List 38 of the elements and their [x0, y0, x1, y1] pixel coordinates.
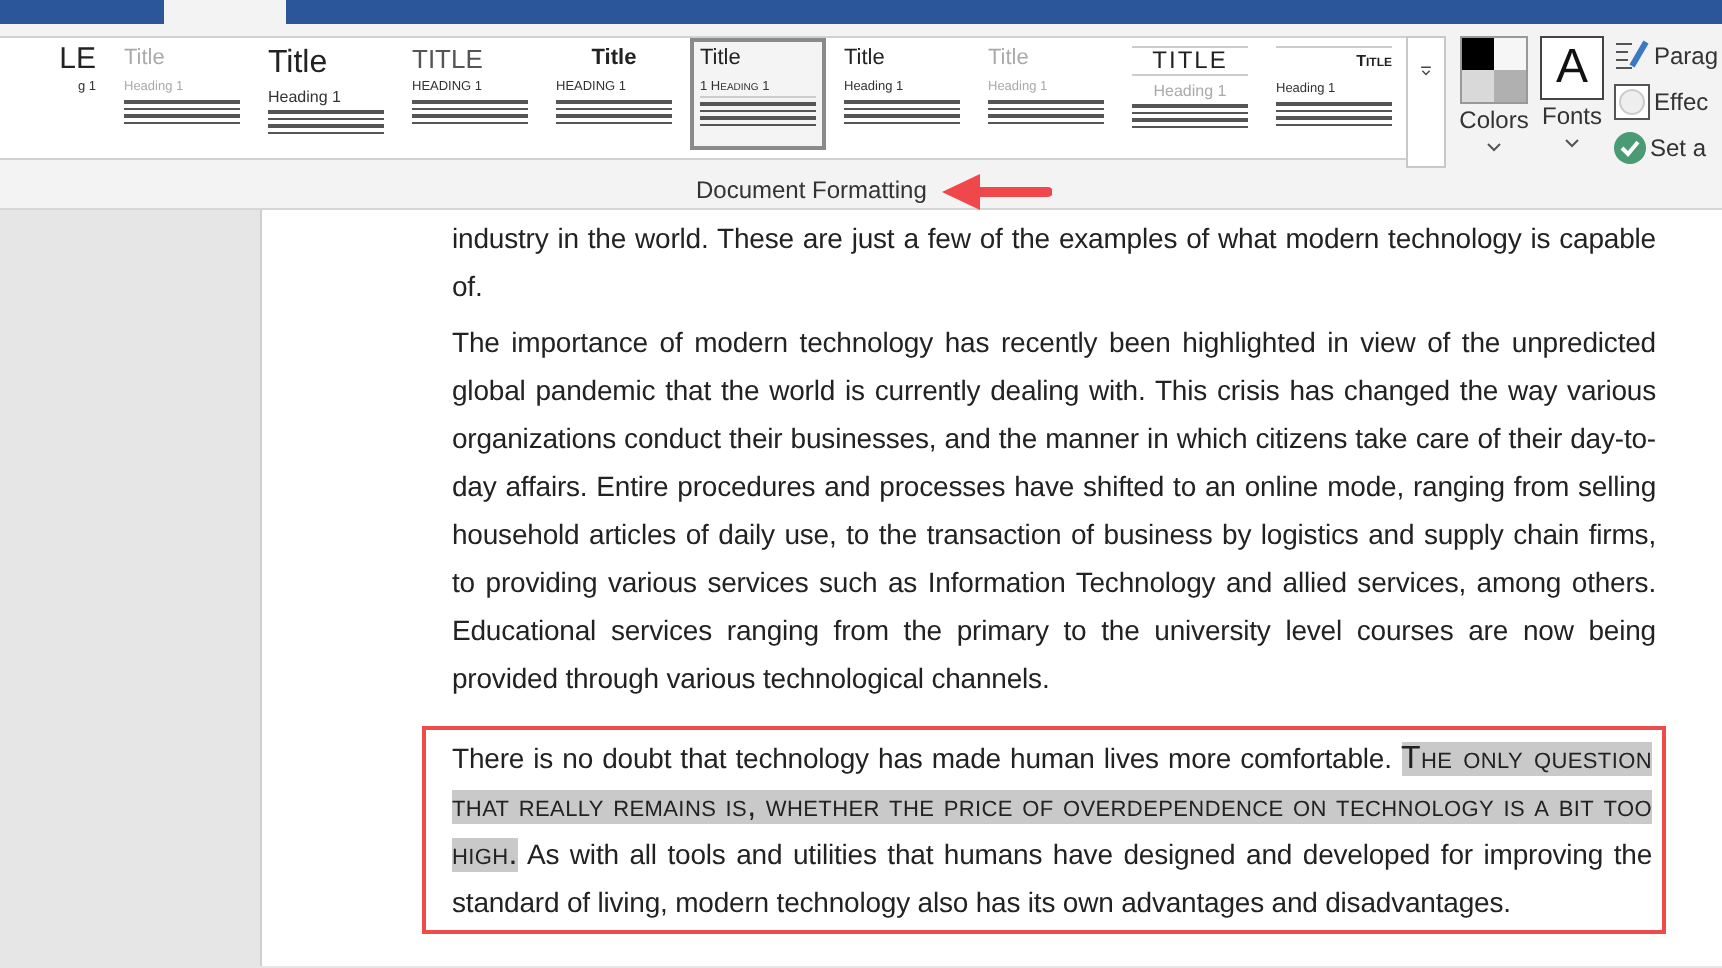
- style-title-sample: TITLE: [412, 46, 485, 72]
- style-heading-sample: Heading 1: [268, 88, 343, 106]
- body-text-lines-drawing: [556, 100, 672, 124]
- body-text-lines-drawing: [124, 100, 240, 124]
- body-text-lines-drawing: [268, 110, 384, 134]
- style-title-sample: Title: [844, 46, 887, 72]
- body-text-lines-drawing: [412, 100, 528, 124]
- style-title-sample: Title: [589, 46, 639, 72]
- style-heading-sample: Heading 1: [1151, 82, 1229, 100]
- group-label: Document Formatting: [696, 176, 927, 204]
- style-title-sample: Title: [1276, 46, 1392, 74]
- style-title-sample: Title: [124, 46, 167, 72]
- dropdown-caret-icon: [1486, 142, 1502, 152]
- style-title-sample: Title: [700, 46, 743, 72]
- paragraph: The importance of modern technology has recently been highlighted in view of the unpredicted global pandemic that the world is currently dealing with. This crisis has changed the way various organizations conduct their businesses, and the manner in which citizens take care of their day-to-day affairs. Entire procedures and processes have shifted to an online mode, ranging from selling household articles of daily use, to the transaction of business by logistics and supply chain firms, to providing various services such as Information Technology and allied services, among others. Educational services ranging from the primary to the university level courses are now being provided through various technological channels.: [452, 324, 1656, 698]
- dropdown-caret-icon: [1564, 138, 1580, 148]
- body-text-lines-drawing: [1276, 102, 1392, 126]
- effects-icon: [1614, 83, 1650, 119]
- theme-option-button[interactable]: Set a: [1614, 128, 1719, 166]
- paragraph-spacing-icon: [1614, 39, 1650, 71]
- active-tab[interactable]: [164, 0, 286, 24]
- pointer-arrow: [940, 172, 1052, 212]
- body-text-lines-drawing: [1132, 104, 1248, 128]
- body-text-lines-drawing: [700, 102, 816, 126]
- checkmark-icon: [1614, 131, 1646, 163]
- gallery-expand-button[interactable]: [1406, 36, 1446, 168]
- style-title-sample: LE: [59, 46, 96, 72]
- body-text-lines-drawing: [844, 100, 960, 124]
- theme-option-button[interactable]: Parag: [1614, 36, 1719, 74]
- style-set-thumbnail[interactable]: Title Heading 1: [258, 38, 394, 150]
- paragraph: industry in the world. These are just a few of the examples of what modern technology is capable of.: [452, 220, 1656, 306]
- style-title-sample: Title: [268, 46, 330, 82]
- style-set-thumbnail[interactable]: TITLE Heading 1: [1122, 38, 1258, 150]
- style-title-sample: Title: [988, 46, 1031, 72]
- body-text-lines-drawing: [988, 100, 1104, 124]
- paragraph: There is no doubt that technology has made human lives more comfortable. The only question that really remains is, whether the price of overdependence on technology is a bit too high. As with all tools and utilities that humans have designed and developed for improving the standard of living, modern technology also has its own advantages and disadvantages.: [452, 740, 1652, 922]
- theme-option-button[interactable]: Effec: [1614, 82, 1719, 120]
- style-title-sample: TITLE: [1132, 46, 1248, 76]
